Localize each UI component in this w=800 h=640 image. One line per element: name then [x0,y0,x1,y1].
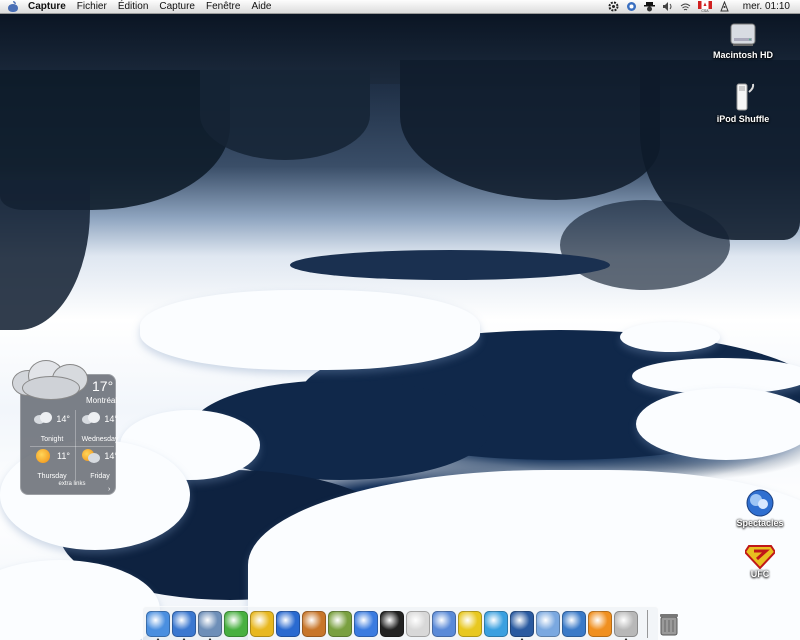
forecast-friday: 14° Friday [76,445,124,482]
iphoto-icon[interactable] [302,610,326,637]
cloud-icon [8,358,93,402]
apple-icon[interactable] [406,610,430,637]
hard-drive-icon [728,20,758,50]
weather-widget[interactable]: 17° Montréal 14° Tonight 14° Wednesday 1… [8,358,118,498]
menu-clock[interactable]: mer. 01:10 [743,1,790,12]
preview-icon[interactable] [198,610,222,640]
menu-capture[interactable]: Capture [159,1,195,12]
weather-grid-divider [75,410,76,480]
trash-icon[interactable] [657,611,681,637]
desktop-icon-spectacles[interactable]: Spectacles [725,488,795,528]
clapper-icon[interactable] [380,610,404,637]
forecast-temp: 14° [104,414,118,424]
messenger-icon[interactable] [458,610,482,637]
hh-icon[interactable] [536,610,560,637]
forecast-day: Thursday [37,473,67,480]
imovie-icon[interactable] [276,610,300,637]
forecast-temp: 11° [57,451,70,461]
weather-city: Montréal [86,396,118,405]
forecast-thursday: 11° Thursday [28,445,76,482]
current-temperature: 17° [92,378,114,394]
tools-icon[interactable] [614,610,638,640]
spectacles-icon [745,488,775,518]
road-sign-icon[interactable] [250,610,274,637]
forecast-day: Wednesday [81,436,119,443]
menu-edit[interactable]: Édition [118,1,149,12]
camera-icon[interactable] [626,1,637,12]
apple-menu-icon[interactable] [8,1,18,12]
forecast-day: Tonight [40,436,64,443]
t-icon[interactable] [588,610,612,637]
airport-icon[interactable] [719,0,730,12]
dock-apps [145,610,639,640]
menu-app-name[interactable]: Capture [28,1,66,12]
quicktime-icon[interactable] [354,610,378,637]
forecast-wednesday: 14° Wednesday [76,408,124,445]
volume-icon[interactable] [662,1,673,12]
menu-file[interactable]: Fichier [77,1,107,12]
forecast-tonight: 14° Tonight [28,408,76,445]
eye-icon[interactable] [328,610,352,637]
search-icon[interactable] [432,610,456,637]
weather-grid-divider [30,446,114,447]
sun-cloud-icon [82,449,100,463]
gear-icon[interactable] [608,1,619,12]
dock [142,606,678,640]
ipod-shuffle-icon [728,82,758,114]
spy-icon[interactable] [643,1,655,12]
forecast-day: Friday [90,473,110,480]
mail-stamp-icon[interactable] [510,610,534,640]
dock-separator [647,609,648,638]
w-icon[interactable] [562,610,586,637]
sun-icon [34,449,52,463]
cloud-icon [82,412,100,426]
desktop-icon-label: iPod Shuffle [716,114,770,124]
desktop-icon-label: UFC [750,569,770,579]
desktop-icon-macintosh-hd[interactable]: Macintosh HD [708,20,778,60]
svg-text:CSA: CSA [701,9,709,12]
desktop-icon-ipod-shuffle[interactable]: iPod Shuffle [708,82,778,124]
cloud-icon [34,412,52,426]
forecast-temp: 14° [56,414,70,424]
flip-arrow-icon[interactable]: › [108,486,110,493]
menu-bar: Capture Fichier Édition Capture Fenêtre … [0,0,800,14]
canada-flag-icon[interactable]: CSA [697,1,712,13]
extra-links[interactable]: extra links [30,481,114,487]
desktop-wallpaper [0,0,800,640]
superman-icon [743,543,777,570]
menu-help[interactable]: Aide [251,1,271,12]
desktop-icon-label: Spectacles [736,518,784,528]
buddies-icon[interactable] [484,610,508,637]
desktop-icon-ufc[interactable]: UFC [725,543,795,579]
safari-icon[interactable] [172,610,196,640]
forecast-temp: 14° [104,451,118,461]
menu-extras: CSA mer. 01:10 [608,0,800,13]
wifi-icon[interactable] [680,1,691,12]
desktop-icon-label: Macintosh HD [712,50,773,60]
menu-window[interactable]: Fenêtre [206,1,240,12]
itunes-icon[interactable] [224,610,248,637]
finder-icon[interactable] [146,610,170,640]
